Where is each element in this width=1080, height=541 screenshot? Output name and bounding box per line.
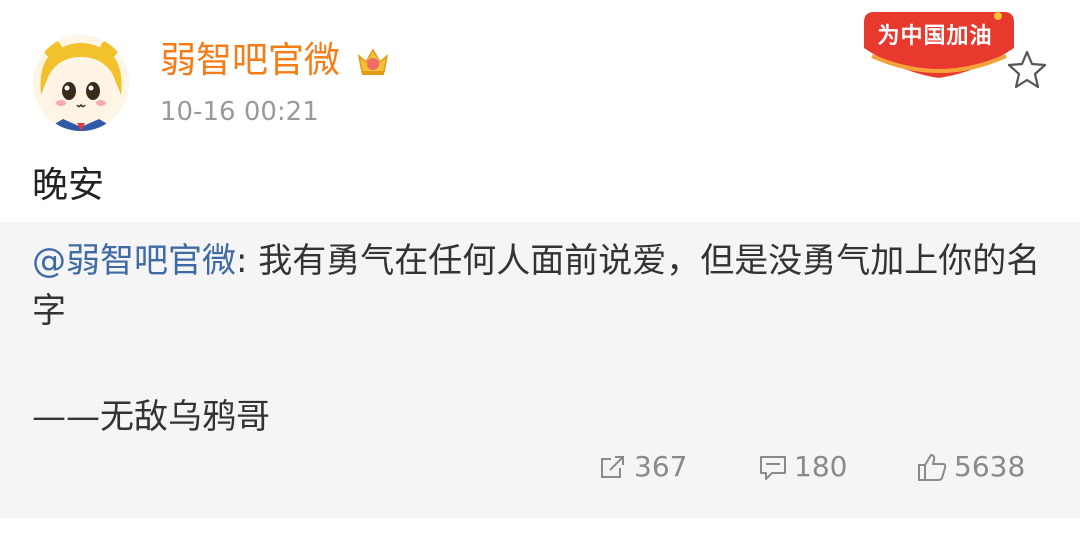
comment-button[interactable]: 180 — [758, 450, 847, 483]
comment-icon — [760, 455, 786, 480]
bottom-divider — [0, 518, 1080, 541]
star-icon[interactable] — [1006, 48, 1048, 90]
repost-signature: ——无敌乌鸦哥 — [32, 397, 270, 437]
post-timestamp: 10-16 00:21 — [160, 97, 319, 127]
like-icon — [918, 453, 947, 481]
share-icon — [601, 455, 624, 478]
event-badge-label: 为中国加油 — [877, 24, 993, 49]
crown-vip-icon — [354, 42, 392, 80]
share-count: 367 — [634, 450, 688, 483]
share-button[interactable]: 367 — [598, 450, 687, 483]
avatar[interactable] — [33, 35, 129, 131]
post-text: 晚安 — [32, 165, 105, 206]
username[interactable]: 弱智吧官微 — [160, 36, 340, 86]
post-header: 弱智吧官微 10-16 00:21 为中国加油 — [0, 0, 1080, 150]
repost-separator: : — [236, 241, 259, 281]
comment-count: 180 — [794, 450, 848, 483]
like-button[interactable]: 5638 — [916, 450, 1025, 483]
like-count: 5638 — [954, 450, 1026, 483]
repost-mention[interactable]: @弱智吧官微 — [32, 241, 236, 281]
repost-body: @弱智吧官微: 我有勇气在任何人面前说爱，但是没勇气加上你的名字 ——无敌乌鸦哥 — [32, 236, 1042, 442]
repost-card[interactable]: @弱智吧官微: 我有勇气在任何人面前说爱，但是没勇气加上你的名字 ——无敌乌鸦哥… — [0, 222, 1080, 518]
